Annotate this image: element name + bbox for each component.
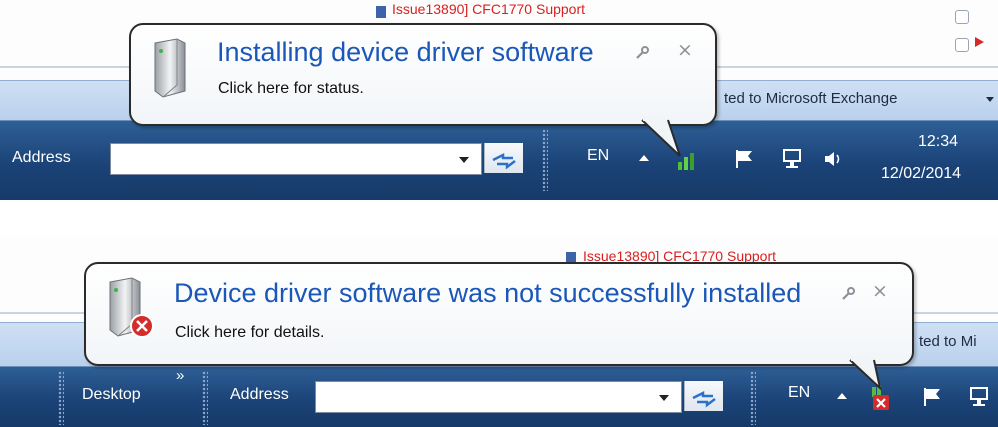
balloon-subtitle: Click here for details. — [175, 324, 325, 341]
usb-device-icon — [154, 38, 186, 98]
toolbar-grip[interactable] — [542, 129, 548, 191]
notification-balloon[interactable]: Device driver software was not successfu… — [84, 262, 914, 366]
action-center-flag-icon[interactable] — [734, 149, 756, 169]
network-icon[interactable] — [781, 148, 805, 170]
volume-icon[interactable] — [822, 149, 844, 169]
failed-screenshot: Issue13890] CFC1770 Support ted to Mi De… — [0, 236, 998, 427]
action-center-flag-icon[interactable] — [922, 387, 944, 407]
installing-screenshot: Issue13890] CFC1770 Support ted to Micro… — [0, 0, 998, 200]
dropdown-arrow-icon[interactable] — [459, 157, 469, 163]
balloon-pointer — [641, 117, 681, 157]
go-arrows-icon — [692, 390, 716, 408]
go-button[interactable] — [484, 143, 523, 173]
background-checkbox — [955, 10, 969, 24]
language-indicator[interactable]: EN — [788, 384, 810, 402]
balloon-title: Device driver software was not successfu… — [174, 278, 802, 308]
item-icon — [376, 6, 386, 18]
notification-balloon[interactable]: Installing device driver software Click … — [129, 23, 717, 126]
language-indicator[interactable]: EN — [587, 147, 609, 165]
flag-icon — [975, 37, 984, 47]
address-input[interactable] — [315, 381, 682, 413]
wrench-icon[interactable] — [634, 45, 650, 61]
network-icon[interactable] — [968, 386, 992, 408]
go-arrows-icon — [492, 152, 516, 170]
exchange-status-text: ted to Microsoft Exchange — [724, 90, 898, 107]
clock-date[interactable]: 12/02/2014 — [881, 165, 961, 183]
close-icon[interactable]: × — [677, 39, 693, 61]
balloon-subtitle: Click here for status. — [218, 80, 364, 97]
background-issue-link: Issue13890] CFC1770 Support — [392, 1, 586, 17]
toolbar-chevron-icon[interactable]: » — [176, 367, 184, 384]
usb-device-icon — [109, 277, 154, 338]
toolbar-grip[interactable] — [202, 371, 208, 425]
address-label: Address — [230, 386, 289, 403]
toolbar-grip[interactable] — [750, 371, 756, 425]
background-checkbox — [955, 38, 969, 52]
dropdown-arrow-icon[interactable] — [659, 395, 669, 401]
desktop-toolbar-label[interactable]: Desktop — [82, 386, 141, 404]
balloon-pointer — [849, 357, 882, 391]
clock-time[interactable]: 12:34 — [918, 133, 958, 151]
show-hidden-icons-arrow[interactable] — [837, 393, 847, 399]
chevron-down-icon — [986, 97, 994, 102]
balloon-title: Installing device driver software — [217, 37, 594, 67]
toolbar-grip[interactable] — [58, 371, 64, 425]
exchange-status-text: ted to Mi — [919, 333, 977, 350]
address-label: Address — [12, 149, 71, 166]
wrench-icon[interactable] — [840, 286, 856, 302]
go-button[interactable] — [684, 381, 723, 411]
close-icon[interactable]: × — [872, 280, 888, 302]
taskbar: Address EN 12:34 12/02/2014 — [0, 120, 998, 200]
address-input[interactable] — [110, 143, 482, 175]
